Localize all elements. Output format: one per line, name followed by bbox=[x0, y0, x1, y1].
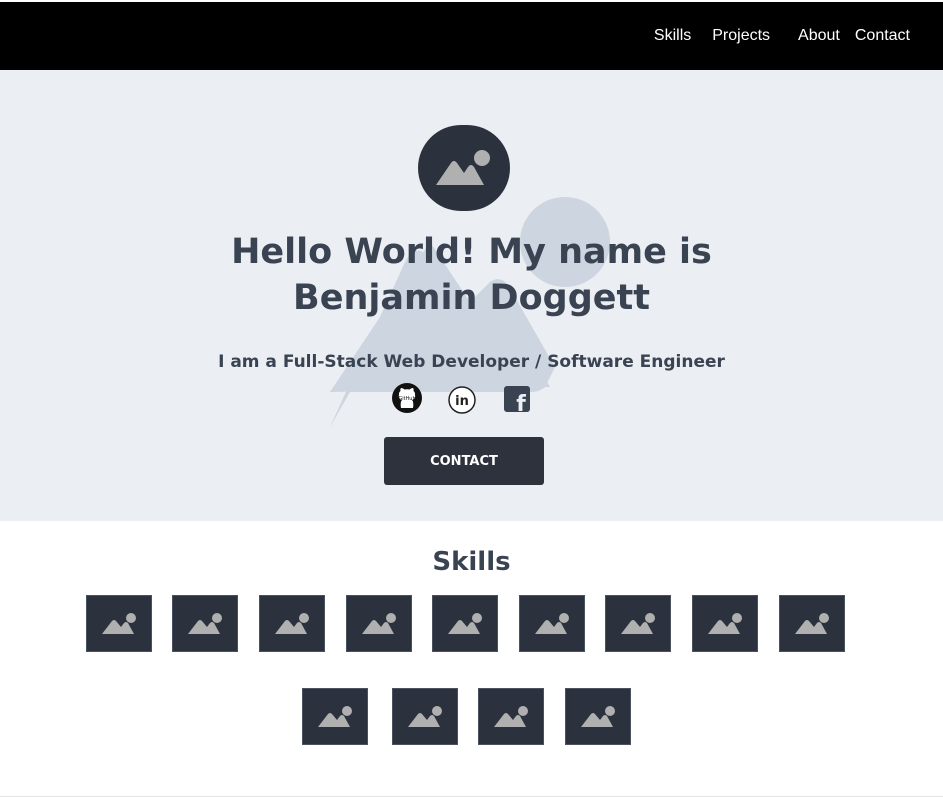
skills-heading: Skills bbox=[432, 547, 511, 577]
image-placeholder-icon bbox=[581, 706, 615, 727]
skill-tile bbox=[519, 595, 585, 652]
nav-link-skills[interactable]: Skills bbox=[654, 27, 691, 45]
nav-link-projects[interactable]: Projects bbox=[712, 27, 770, 45]
skill-tile bbox=[172, 595, 238, 652]
nav-link-contact[interactable]: Contact bbox=[855, 27, 910, 45]
page-title: Hello World! My name is Benjamin Doggett bbox=[0, 229, 943, 321]
title-line-1: Hello World! My name is bbox=[231, 232, 712, 272]
svg-text:in: in bbox=[455, 394, 469, 409]
image-placeholder-icon bbox=[448, 613, 482, 634]
social-links: GitHub in f bbox=[0, 382, 943, 417]
linkedin-icon[interactable]: in bbox=[447, 385, 479, 417]
contact-button[interactable]: CONTACT bbox=[384, 437, 544, 485]
image-placeholder-icon bbox=[362, 613, 396, 634]
facebook-icon[interactable]: f bbox=[503, 385, 535, 417]
svg-text:f: f bbox=[516, 392, 526, 413]
image-placeholder-icon bbox=[535, 613, 569, 634]
image-placeholder-icon bbox=[494, 706, 528, 727]
divider bbox=[0, 796, 943, 797]
skill-tile bbox=[86, 595, 152, 652]
image-placeholder-icon bbox=[408, 706, 442, 727]
hero-section: Hello World! My name is Benjamin Doggett… bbox=[0, 70, 943, 521]
skill-tile bbox=[779, 595, 845, 652]
image-placeholder-icon bbox=[436, 150, 490, 185]
skill-tile bbox=[432, 595, 498, 652]
nav-links: Skills Projects About Contact bbox=[654, 2, 910, 70]
skill-tile bbox=[605, 595, 671, 652]
nav-link-about[interactable]: About bbox=[798, 27, 840, 45]
image-placeholder-icon bbox=[275, 613, 309, 634]
skill-tile bbox=[478, 688, 544, 745]
image-placeholder-icon bbox=[188, 613, 222, 634]
image-placeholder-icon bbox=[795, 613, 829, 634]
skill-tile bbox=[692, 595, 758, 652]
image-placeholder-icon bbox=[318, 706, 352, 727]
github-icon[interactable]: GitHub bbox=[391, 382, 423, 414]
navbar: Skills Projects About Contact bbox=[0, 2, 943, 70]
image-placeholder-icon bbox=[102, 613, 136, 634]
hero-subtitle: I am a Full-Stack Web Developer / Softwa… bbox=[218, 352, 725, 372]
avatar bbox=[418, 125, 510, 211]
image-placeholder-icon bbox=[621, 613, 655, 634]
skill-tile bbox=[346, 595, 412, 652]
skill-tile bbox=[259, 595, 325, 652]
title-line-2: Benjamin Doggett bbox=[293, 278, 650, 318]
image-placeholder-icon bbox=[708, 613, 742, 634]
skill-tile bbox=[392, 688, 458, 745]
skill-tile bbox=[302, 688, 368, 745]
skill-tile bbox=[565, 688, 631, 745]
svg-text:GitHub: GitHub bbox=[398, 396, 415, 402]
